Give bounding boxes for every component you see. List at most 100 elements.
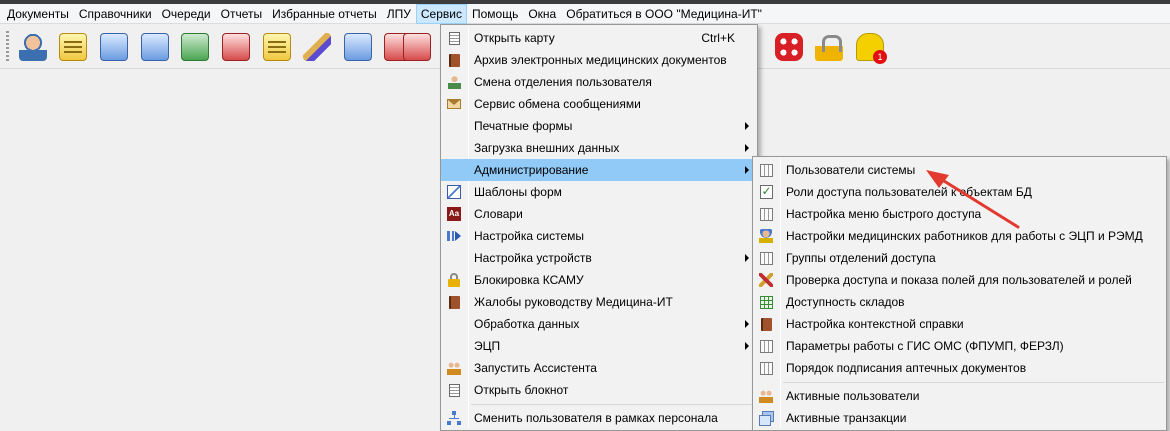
toolbar-button-syringe[interactable] bbox=[300, 29, 334, 65]
toolbar-button-card[interactable] bbox=[56, 29, 90, 65]
grid-icon bbox=[759, 361, 773, 375]
menu-item-archive[interactable]: Архив электронных медицинских документов bbox=[441, 49, 757, 71]
menu-item-print-forms[interactable]: Печатные формы bbox=[441, 115, 757, 137]
notepad-icon bbox=[448, 383, 460, 397]
help-book-icon bbox=[760, 317, 772, 331]
complaint-book-icon bbox=[448, 295, 460, 309]
users-icon bbox=[759, 389, 773, 403]
submenu-item-quick-menu[interactable]: Настройка меню быстрого доступа bbox=[753, 203, 1166, 225]
dictionary-icon: Aa bbox=[447, 207, 461, 221]
toolbar-button-lock[interactable] bbox=[812, 29, 846, 65]
submenu-arrow-icon bbox=[745, 144, 749, 152]
card-list-icon bbox=[100, 33, 128, 61]
user-icon bbox=[447, 75, 461, 89]
switch-user-icon bbox=[447, 411, 461, 425]
menu-item-change-department[interactable]: Смена отделения пользователя bbox=[441, 71, 757, 93]
certificate-icon bbox=[759, 184, 773, 199]
form-template-icon bbox=[447, 185, 461, 199]
menu-item-data-processing[interactable]: Обработка данных bbox=[441, 313, 757, 335]
menu-queues[interactable]: Очереди bbox=[157, 4, 216, 24]
toolbar-button-card-add[interactable] bbox=[178, 29, 212, 65]
menu-item-switch-user[interactable]: Сменить пользователя в рамках персонала bbox=[441, 407, 757, 429]
assistant-icon bbox=[447, 361, 461, 375]
menu-item-form-templates[interactable]: Шаблоны форм bbox=[441, 181, 757, 203]
toolbar-button-badge[interactable] bbox=[138, 29, 172, 65]
toolbar-button-first-aid[interactable] bbox=[400, 29, 434, 65]
menu-service[interactable]: Сервис bbox=[415, 3, 467, 24]
menu-item-administration[interactable]: Администрирование bbox=[441, 159, 757, 181]
menu-item-messaging[interactable]: Сервис обмена сообщениями bbox=[441, 93, 757, 115]
toolbar-button-card-list[interactable] bbox=[97, 29, 131, 65]
badge-icon bbox=[141, 33, 169, 61]
toolbar-button-security[interactable] bbox=[772, 29, 806, 65]
menu-item-device-settings[interactable]: Настройка устройств bbox=[441, 247, 757, 269]
menu-separator bbox=[471, 404, 755, 405]
card-icon bbox=[59, 33, 87, 61]
toolbar-button-schedule[interactable] bbox=[341, 29, 375, 65]
service-menu: Открыть карту Ctrl+K Архив электронных м… bbox=[440, 24, 758, 431]
administration-submenu: Пользователи системы Роли доступа пользо… bbox=[752, 156, 1167, 431]
menu-documents[interactable]: Документы bbox=[2, 4, 74, 24]
submenu-item-gis-oms[interactable]: Параметры работы с ГИС ОМС (ФПУМП, ФЕРЗЛ… bbox=[753, 335, 1166, 357]
submenu-arrow-icon bbox=[745, 342, 749, 350]
menu-item-dictionaries[interactable]: Aa Словари bbox=[441, 203, 757, 225]
submenu-item-pharmacy-signing[interactable]: Порядок подписания аптечных документов bbox=[753, 357, 1166, 379]
submenu-item-access-check[interactable]: Проверка доступа и показа полей для поль… bbox=[753, 269, 1166, 291]
lock-icon bbox=[815, 33, 843, 61]
tools-icon bbox=[759, 273, 773, 287]
grid-icon bbox=[759, 339, 773, 353]
submenu-item-system-users[interactable]: Пользователи системы bbox=[753, 159, 1166, 181]
toolbar-grip[interactable] bbox=[6, 31, 9, 63]
menu-favorite-reports[interactable]: Избранные отчеты bbox=[267, 4, 382, 24]
menu-help[interactable]: Помощь bbox=[467, 4, 523, 24]
system-settings-icon bbox=[447, 231, 461, 241]
menu-item-ksamu-lock[interactable]: Блокировка КСАМУ bbox=[441, 269, 757, 291]
menu-lpu[interactable]: ЛПУ bbox=[382, 4, 416, 24]
submenu-item-medical-workers[interactable]: Настройки медицинских работников для раб… bbox=[753, 225, 1166, 247]
menu-item-open-card[interactable]: Открыть карту Ctrl+K bbox=[441, 27, 757, 49]
menu-windows[interactable]: Окна bbox=[523, 4, 561, 24]
submenu-item-access-roles[interactable]: Роли доступа пользователей к объектам БД bbox=[753, 181, 1166, 203]
submenu-arrow-icon bbox=[745, 166, 749, 174]
menu-item-run-assistant[interactable]: Запустить Ассистента bbox=[441, 357, 757, 379]
lock-icon bbox=[448, 273, 460, 287]
green-grid-icon bbox=[759, 295, 773, 309]
grid-icon bbox=[759, 251, 773, 265]
menu-contact-vendor[interactable]: Обратиться в ООО "Медицина-ИТ" bbox=[561, 4, 767, 24]
menu-item-external-data[interactable]: Загрузка внешних данных bbox=[441, 137, 757, 159]
doctor-icon bbox=[19, 33, 47, 61]
submenu-arrow-icon bbox=[745, 320, 749, 328]
toolbar-button-messages[interactable] bbox=[853, 29, 887, 65]
submenu-item-active-users[interactable]: Активные пользователи bbox=[753, 385, 1166, 407]
security-squares-icon bbox=[775, 33, 803, 61]
grid-icon bbox=[759, 163, 773, 177]
submenu-item-context-help[interactable]: Настройка контекстной справки bbox=[753, 313, 1166, 335]
schedule-icon bbox=[344, 33, 372, 61]
submenu-item-active-transactions[interactable]: Активные транзакции bbox=[753, 407, 1166, 429]
menu-separator bbox=[783, 382, 1164, 383]
envelope-icon bbox=[447, 99, 461, 109]
archive-book-icon bbox=[448, 53, 460, 67]
vials-icon bbox=[222, 33, 250, 61]
toolbar-button-doctor[interactable] bbox=[16, 29, 50, 65]
submenu-item-department-groups[interactable]: Группы отделений доступа bbox=[753, 247, 1166, 269]
transactions-icon bbox=[759, 411, 774, 426]
submenu-item-warehouses[interactable]: Доступность складов bbox=[753, 291, 1166, 313]
messages-icon bbox=[856, 33, 887, 64]
submenu-arrow-icon bbox=[745, 254, 749, 262]
menu-item-ecp[interactable]: ЭЦП bbox=[441, 335, 757, 357]
first-aid-icon bbox=[403, 33, 431, 61]
medical-worker-icon bbox=[759, 229, 773, 243]
notepad-icon bbox=[263, 33, 291, 61]
toolbar-button-vials[interactable] bbox=[219, 29, 253, 65]
menu-bar: Документы Справочники Очереди Отчеты Изб… bbox=[0, 3, 1170, 24]
menu-reports[interactable]: Отчеты bbox=[216, 4, 267, 24]
card-add-icon bbox=[181, 33, 209, 61]
menu-item-complaints[interactable]: Жалобы руководству Медицина-ИТ bbox=[441, 291, 757, 313]
menu-item-open-notepad[interactable]: Открыть блокнот bbox=[441, 379, 757, 401]
submenu-arrow-icon bbox=[745, 122, 749, 130]
open-card-icon bbox=[448, 31, 460, 45]
menu-references[interactable]: Справочники bbox=[74, 4, 157, 24]
menu-item-system-settings[interactable]: Настройка системы bbox=[441, 225, 757, 247]
toolbar-button-notepad[interactable] bbox=[260, 29, 294, 65]
